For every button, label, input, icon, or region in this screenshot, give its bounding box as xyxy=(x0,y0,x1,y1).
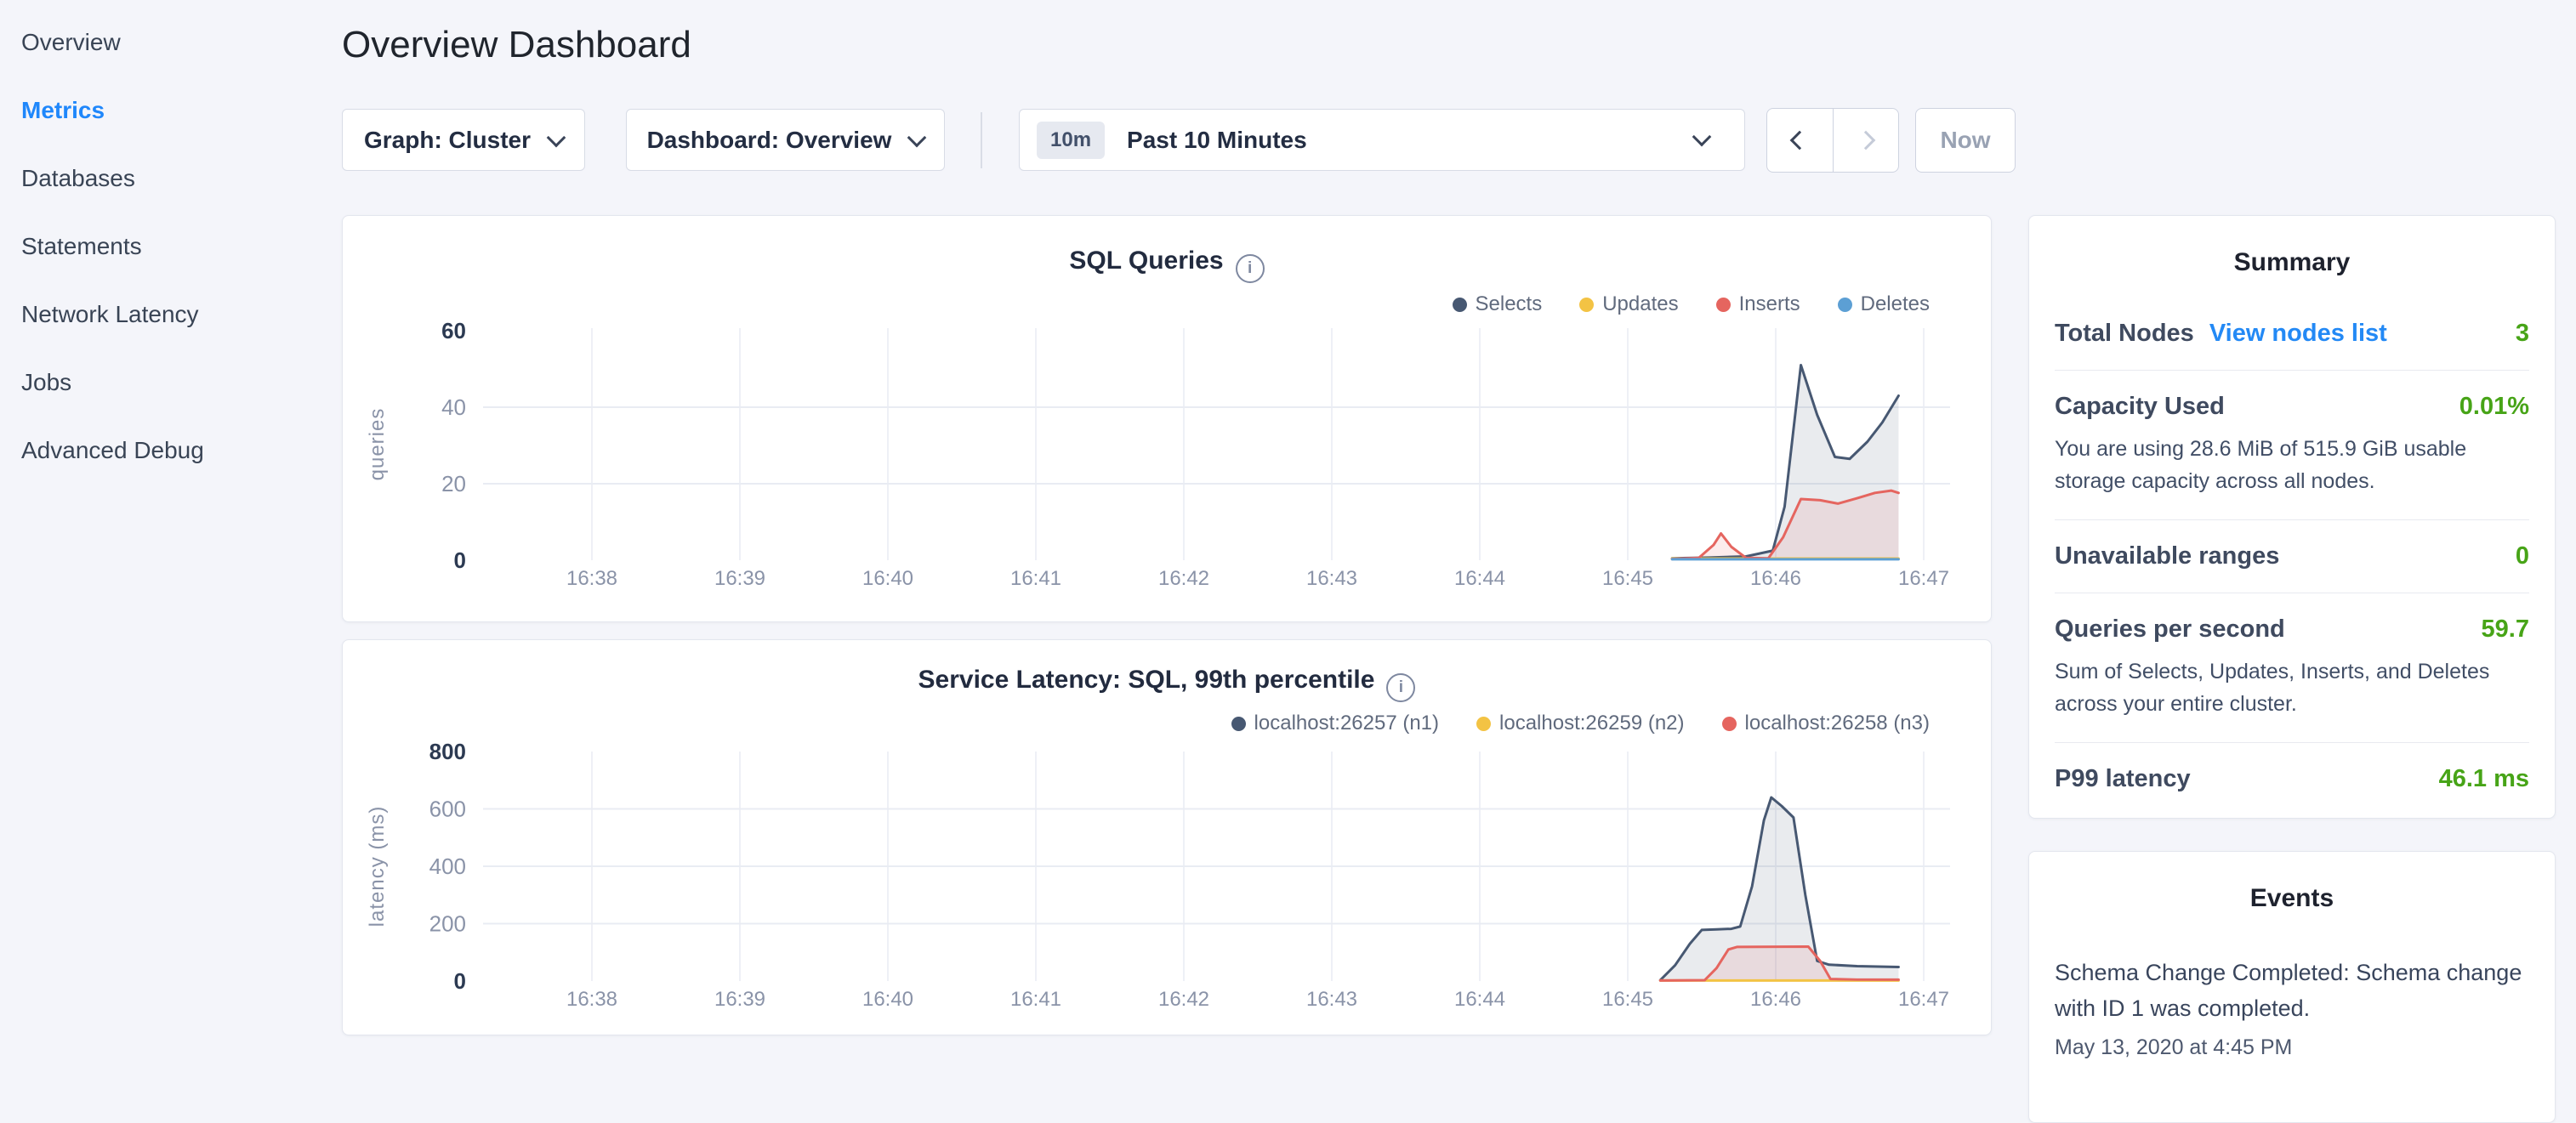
sidebar-item-jobs[interactable]: Jobs xyxy=(0,349,323,417)
summary-row: Unavailable ranges 0 xyxy=(2055,519,2529,593)
time-forward-button[interactable] xyxy=(1833,109,1899,172)
event-message: Schema Change Completed: Schema change w… xyxy=(2055,956,2529,1027)
chevron-down-icon xyxy=(547,128,566,147)
summary-row-value: 3 xyxy=(2516,320,2529,348)
summary-row-label: P99 latency xyxy=(2055,765,2191,793)
page-title: Overview Dashboard xyxy=(342,24,691,66)
sidebar-item-network-latency[interactable]: Network Latency xyxy=(0,281,323,349)
time-range-label: Past 10 Minutes xyxy=(1127,127,1307,154)
time-step-buttons xyxy=(1766,108,1899,173)
time-range-badge: 10m xyxy=(1037,122,1105,159)
now-button[interactable]: Now xyxy=(1915,108,2016,173)
chevron-down-icon xyxy=(907,128,927,147)
svg-text:16:47: 16:47 xyxy=(1898,567,1949,590)
chevron-down-icon xyxy=(1692,128,1712,147)
summary-row-label: Capacity Used xyxy=(2055,393,2225,421)
svg-text:16:46: 16:46 xyxy=(1750,988,1801,1011)
svg-text:16:43: 16:43 xyxy=(1306,988,1357,1011)
sidebar-item-overview[interactable]: Overview xyxy=(0,9,323,77)
summary-row: Total Nodes View nodes list 3 xyxy=(2055,320,2529,370)
summary-row-value: 0 xyxy=(2516,542,2529,570)
summary-row-label: Queries per second xyxy=(2055,615,2285,644)
event-list-item[interactable]: Schema Change Completed: Schema change w… xyxy=(2055,956,2529,1060)
chevron-right-icon xyxy=(1856,131,1875,150)
svg-text:200: 200 xyxy=(429,911,466,937)
svg-text:16:40: 16:40 xyxy=(862,988,913,1011)
svg-text:16:41: 16:41 xyxy=(1010,988,1061,1011)
time-back-button[interactable] xyxy=(1767,109,1833,172)
sidebar-item-statements[interactable]: Statements xyxy=(0,213,323,281)
svg-text:16:42: 16:42 xyxy=(1158,567,1209,590)
sql-queries-plot: 60 40 20 0 16:38 16:39 16:40 16:41 16:42 16:43 16:… xyxy=(343,216,1993,623)
summary-row: Queries per second 59.7 Sum of Selects, Up… xyxy=(2055,593,2529,742)
graph-scope-dropdown[interactable]: Graph: Cluster xyxy=(342,109,585,171)
svg-text:0: 0 xyxy=(454,968,466,994)
svg-text:16:44: 16:44 xyxy=(1454,567,1505,590)
svg-text:16:45: 16:45 xyxy=(1602,988,1653,1011)
graph-scope-label: Graph: Cluster xyxy=(364,127,531,154)
svg-text:16:42: 16:42 xyxy=(1158,988,1209,1011)
summary-panel: Summary Total Nodes View nodes list 3 Capac… xyxy=(2028,215,2556,819)
dashboard-label: Dashboard: Overview xyxy=(647,127,892,154)
svg-text:600: 600 xyxy=(429,797,466,822)
svg-text:400: 400 xyxy=(429,854,466,879)
events-title: Events xyxy=(2055,884,2529,913)
svg-text:16:39: 16:39 xyxy=(714,988,765,1011)
summary-row-label: Total Nodes xyxy=(2055,320,2194,348)
summary-title: Summary xyxy=(2055,248,2529,277)
chevron-left-icon xyxy=(1790,131,1810,150)
svg-text:16:39: 16:39 xyxy=(714,567,765,590)
summary-row: P99 latency 46.1 ms xyxy=(2055,742,2529,815)
svg-text:16:47: 16:47 xyxy=(1898,988,1949,1011)
now-button-label: Now xyxy=(1940,127,1990,154)
summary-row-value: 0.01% xyxy=(2459,393,2529,421)
toolbar-divider xyxy=(981,112,982,168)
svg-text:40: 40 xyxy=(441,394,466,420)
sql-queries-chart-card: SQL Queriesi SelectsUpdatesInsertsDelete… xyxy=(342,215,1992,622)
sidebar-item-advanced-debug[interactable]: Advanced Debug xyxy=(0,417,323,485)
summary-row-label: Unavailable ranges xyxy=(2055,542,2279,570)
svg-text:60: 60 xyxy=(441,318,466,343)
svg-text:20: 20 xyxy=(441,471,466,496)
cockroachdb-metrics-page: { "colors": { "accent_blue": "#1f87fb", … xyxy=(0,0,2576,1051)
svg-text:16:46: 16:46 xyxy=(1750,567,1801,590)
svg-text:16:40: 16:40 xyxy=(862,567,913,590)
events-panel: Events Schema Change Completed: Schema c… xyxy=(2028,851,2556,1123)
time-range-dropdown[interactable]: 10m Past 10 Minutes xyxy=(1019,109,1745,171)
event-timestamp: May 13, 2020 at 4:45 PM xyxy=(2055,1035,2529,1060)
service-latency-plot: 800 600 400 200 0 16:38 16:39 16:40 16:41 16:42 16… xyxy=(343,640,1993,1036)
sidebar-item-databases[interactable]: Databases xyxy=(0,145,323,213)
summary-row: Capacity Used 0.01% You are using 28.6 MiB… xyxy=(2055,370,2529,519)
sidebar-item-metrics[interactable]: Metrics xyxy=(0,77,323,145)
sidebar: OverviewMetricsDatabasesStatementsNetwor… xyxy=(0,0,323,1059)
svg-text:16:38: 16:38 xyxy=(566,567,617,590)
svg-text:800: 800 xyxy=(429,739,466,764)
svg-text:16:38: 16:38 xyxy=(566,988,617,1011)
summary-row-note: Sum of Selects, Updates, Inserts, and De… xyxy=(2055,655,2529,720)
summary-row-note: You are using 28.6 MiB of 515.9 GiB usab… xyxy=(2055,433,2529,497)
svg-text:latency (ms): latency (ms) xyxy=(366,806,389,927)
dashboard-dropdown[interactable]: Dashboard: Overview xyxy=(626,109,945,171)
svg-text:queries: queries xyxy=(366,408,389,481)
service-latency-chart-card: Service Latency: SQL, 99th percentilei l… xyxy=(342,639,1992,1035)
summary-row-value: 59.7 xyxy=(2482,615,2529,644)
svg-text:16:43: 16:43 xyxy=(1306,567,1357,590)
summary-row-value: 46.1 ms xyxy=(2439,765,2529,793)
svg-text:16:45: 16:45 xyxy=(1602,567,1653,590)
view-nodes-list-link[interactable]: View nodes list xyxy=(2209,320,2387,348)
svg-text:16:44: 16:44 xyxy=(1454,988,1505,1011)
svg-text:0: 0 xyxy=(454,547,466,573)
svg-text:16:41: 16:41 xyxy=(1010,567,1061,590)
